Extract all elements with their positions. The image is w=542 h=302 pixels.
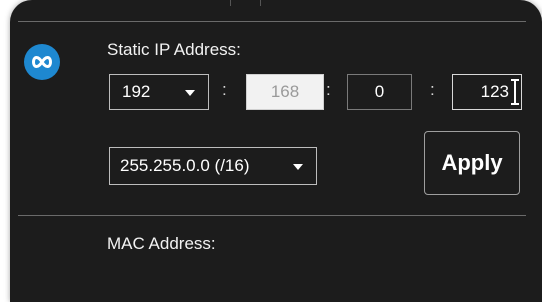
- ip-octet-4-field[interactable]: 123: [452, 74, 522, 110]
- subnet-mask-dropdown[interactable]: 255.255.0.0 (/16): [109, 147, 317, 185]
- infinity-icon: [24, 44, 60, 80]
- ip-octet-2-field: 168: [246, 74, 324, 110]
- apply-button[interactable]: Apply: [424, 131, 520, 195]
- ip-octet-4-value: 123: [480, 82, 509, 101]
- static-ip-label: Static IP Address:: [107, 40, 241, 59]
- subnet-mask-value: 255.255.0.0 (/16): [120, 156, 250, 175]
- ip-octet-2-value: 168: [270, 82, 300, 101]
- ip-octet-1-value: 192: [122, 82, 151, 101]
- ip-separator-3: :: [430, 80, 435, 99]
- text-cursor-icon: [511, 79, 519, 105]
- top-divider: [18, 21, 526, 22]
- network-settings-panel: Static IP Address: 192 : 168 : 0 : 123 2…: [10, 0, 542, 302]
- mac-address-label: MAC Address:: [107, 234, 216, 253]
- chevron-down-icon: [293, 164, 303, 170]
- ip-octet-3-field[interactable]: 0: [347, 74, 412, 110]
- ip-octet-1-dropdown[interactable]: 192: [109, 74, 209, 110]
- top-divider-ticks: [230, 0, 270, 10]
- section-divider: [18, 215, 526, 216]
- chevron-down-icon: [185, 90, 195, 96]
- ip-separator-2: :: [326, 80, 331, 99]
- ip-octet-3-value: 0: [374, 82, 385, 101]
- ip-separator-1: :: [222, 80, 227, 99]
